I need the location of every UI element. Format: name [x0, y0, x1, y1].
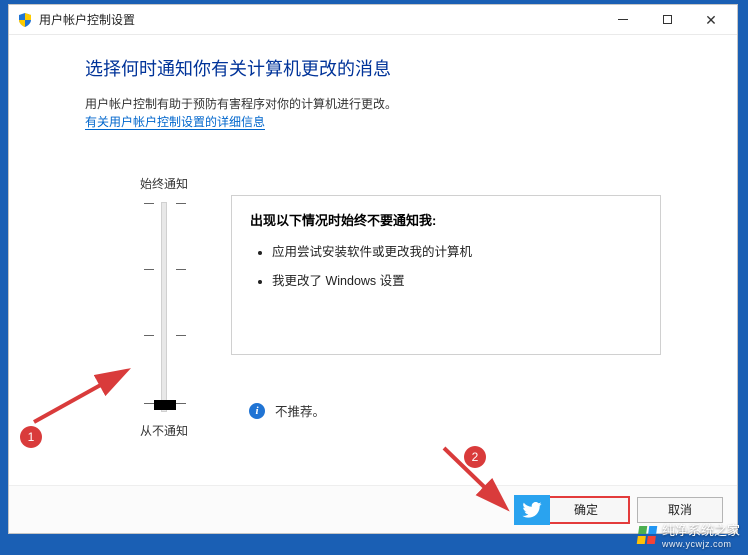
- watermark-logo-icon: [637, 526, 658, 544]
- slider-track[interactable]: [161, 202, 167, 412]
- ok-button[interactable]: 确定: [543, 497, 629, 523]
- ok-button-label: 确定: [574, 501, 598, 518]
- recommendation-note: i 不推荐。: [249, 401, 325, 420]
- learn-more-link[interactable]: 有关用户帐户控制设置的详细信息: [85, 115, 265, 130]
- watermark-name: 纯净系统之家: [662, 523, 740, 538]
- panel-item: 我更改了 Windows 设置: [272, 270, 642, 289]
- watermark: 纯净系统之家 www.ycwjz.com: [638, 520, 740, 549]
- window-title: 用户帐户控制设置: [39, 11, 601, 28]
- annotation-badge-1: 1: [20, 426, 42, 448]
- page-heading: 选择何时通知你有关计算机更改的消息: [85, 55, 727, 81]
- slider-thumb[interactable]: [154, 400, 176, 410]
- panel-item: 应用尝试安装软件或更改我的计算机: [272, 241, 642, 260]
- cancel-button[interactable]: 取消: [637, 497, 723, 523]
- dialog-footer: 确定 取消: [9, 485, 737, 533]
- annotation-badge-2: 2: [464, 446, 486, 468]
- close-button[interactable]: ✕: [689, 6, 733, 34]
- description-panel: 出现以下情况时始终不要通知我: 应用尝试安装软件或更改我的计算机 我更改了 Wi…: [231, 195, 661, 355]
- cancel-button-label: 取消: [668, 501, 692, 518]
- panel-title: 出现以下情况时始终不要通知我:: [250, 210, 642, 229]
- note-text: 不推荐。: [275, 401, 325, 420]
- uac-window: 用户帐户控制设置 ✕ 选择何时通知你有关计算机更改的消息 用户帐户控制有助于预防…: [8, 4, 738, 534]
- page-subtext: 用户帐户控制有助于预防有害程序对你的计算机进行更改。: [85, 95, 727, 113]
- slider-top-label: 始终通知: [119, 175, 209, 192]
- shield-icon: [17, 12, 33, 28]
- minimize-button[interactable]: [601, 6, 645, 34]
- maximize-button[interactable]: [645, 6, 689, 34]
- info-icon: i: [249, 403, 265, 419]
- watermark-url: www.ycwjz.com: [662, 539, 740, 549]
- annotation-arrow-1: [24, 364, 134, 429]
- titlebar: 用户帐户控制设置 ✕: [9, 5, 737, 35]
